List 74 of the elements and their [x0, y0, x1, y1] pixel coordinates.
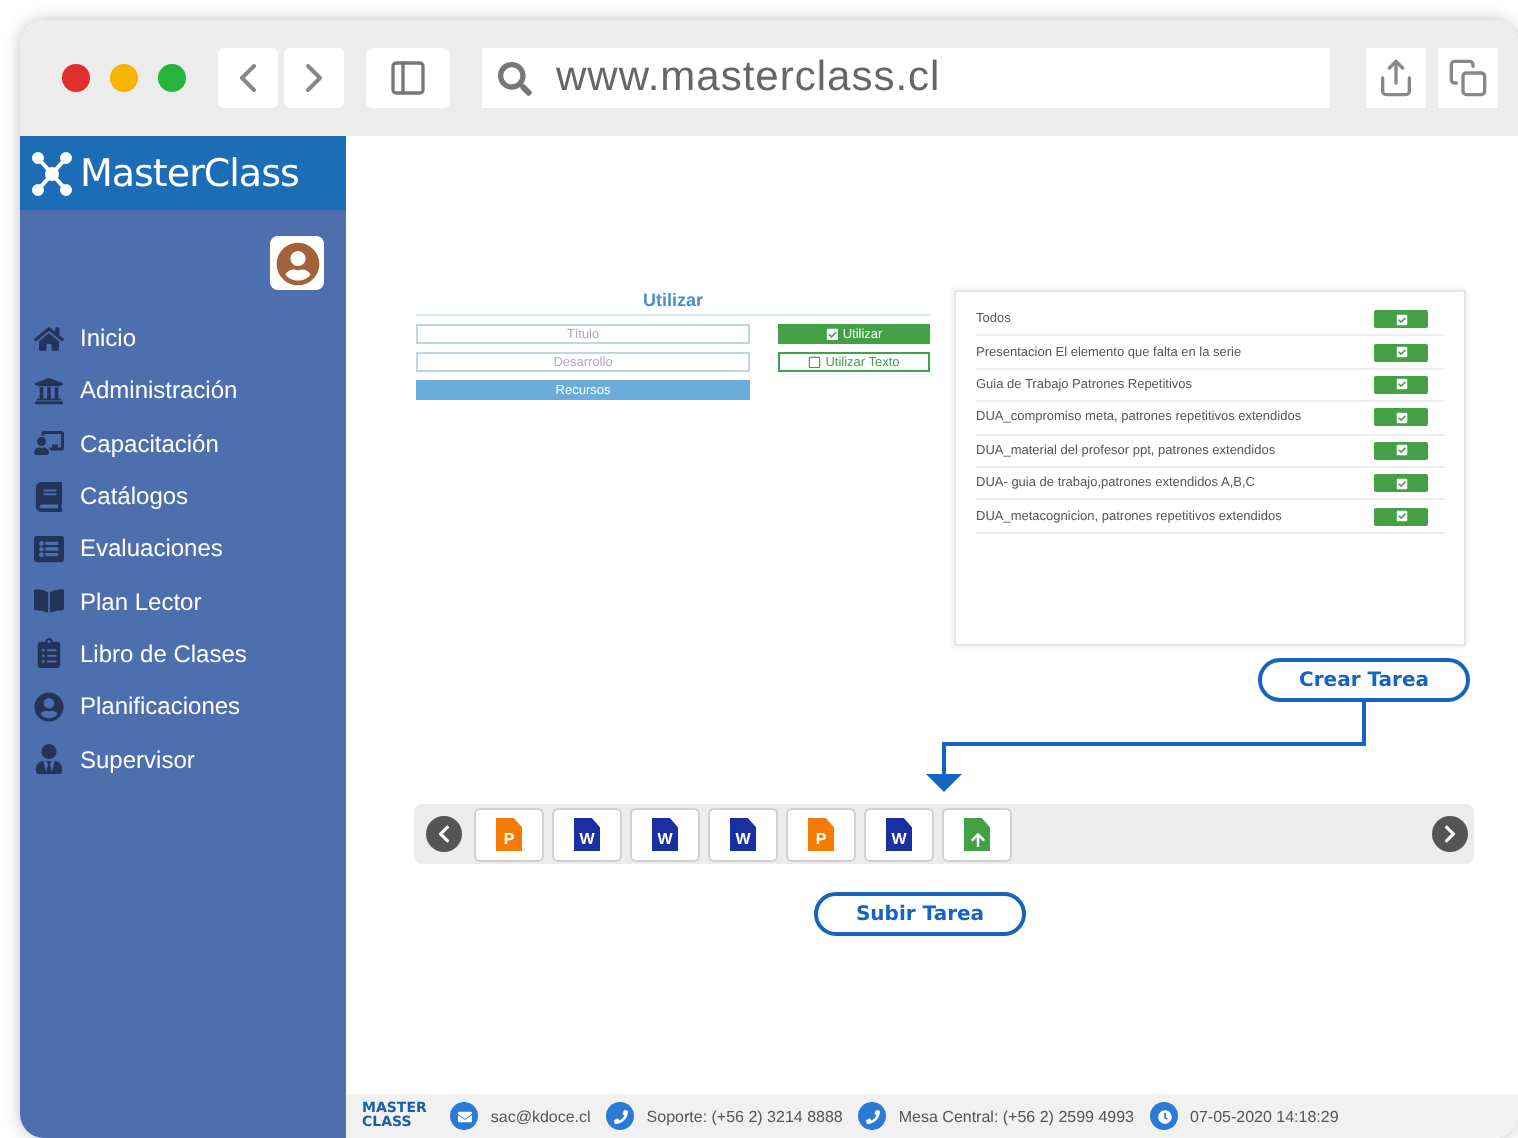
checkbox-icon [1395, 510, 1407, 523]
select-button[interactable] [1374, 375, 1428, 394]
avatar-icon[interactable] [270, 236, 324, 290]
phone-icon [606, 1102, 635, 1130]
teacher-icon [28, 428, 68, 459]
url-text: www.masterclass.cl [556, 54, 941, 102]
select-button[interactable] [1374, 441, 1428, 460]
document-icon: W [652, 817, 678, 851]
book-icon [28, 586, 68, 617]
mail-icon [450, 1102, 479, 1130]
select-button[interactable] [1374, 310, 1428, 329]
upload-task-button[interactable]: Subir Tarea [814, 892, 1026, 936]
checkbox-icon [1395, 444, 1407, 457]
sidebar-icon [388, 58, 428, 98]
checkbox-icon [1395, 378, 1407, 391]
checkbox-icon [808, 355, 822, 369]
list-icon [28, 533, 68, 564]
sidebar-item[interactable]: Planificaciones [20, 680, 346, 733]
select-button[interactable] [1374, 343, 1428, 362]
central-text: Mesa Central: (+56 2) 2599 4993 [898, 1107, 1135, 1125]
sidebar-toggle-button[interactable] [366, 48, 450, 108]
sidebar-item[interactable]: Inicio [20, 312, 346, 365]
tabs-button[interactable] [1438, 48, 1498, 108]
chevron-right-icon [1440, 824, 1460, 844]
search-icon [498, 61, 532, 95]
form-title: Utilizar [416, 290, 930, 316]
file-thumbnail[interactable]: W [552, 807, 622, 861]
sidebar-item[interactable]: Evaluaciones [20, 522, 346, 575]
clock-icon [1150, 1102, 1179, 1130]
file-thumbnail[interactable]: P [786, 807, 856, 861]
support-text: Soporte: (+56 2) 3214 8888 [646, 1107, 843, 1125]
create-task-button[interactable]: Crear Tarea [1258, 658, 1470, 702]
share-button[interactable] [1366, 48, 1426, 108]
back-button[interactable] [218, 48, 278, 108]
chevron-left-icon [434, 824, 454, 844]
brand-name: MasterClass [80, 151, 299, 195]
checkbox-icon [1395, 477, 1407, 490]
home-icon [28, 323, 68, 354]
email-text: sac@kdoce.cl [490, 1107, 591, 1125]
sidebar-item[interactable]: Capacitación [20, 417, 346, 470]
sidebar-item[interactable]: Libro de Clases [20, 627, 346, 681]
file-thumbnail[interactable]: W [864, 807, 934, 861]
document-icon: P [496, 817, 522, 851]
checkbox-icon [1395, 346, 1407, 359]
document-icon: P [808, 817, 834, 851]
sidebar-item[interactable]: Plan Lector [20, 574, 346, 628]
document-icon: W [730, 817, 756, 851]
file-thumbnail[interactable]: P [474, 807, 544, 861]
phone-icon [858, 1102, 887, 1130]
file-thumbnail[interactable]: W [708, 807, 778, 861]
checkbox-icon [1395, 313, 1407, 326]
checkbox-icon [825, 327, 839, 341]
close-light-icon[interactable] [62, 64, 90, 92]
file-thumbnail[interactable] [942, 807, 1012, 861]
select-button[interactable] [1374, 507, 1428, 526]
datetime-text: 07-05-2020 14:18:29 [1190, 1107, 1339, 1125]
sidebar-item[interactable]: Supervisor [20, 732, 346, 786]
previous-button[interactable] [426, 816, 462, 852]
sidebar-item[interactable]: Catálogos [20, 469, 346, 523]
select-button[interactable] [1374, 474, 1428, 493]
forward-button[interactable] [284, 48, 344, 108]
select-button[interactable] [1374, 408, 1428, 427]
file-thumbnail[interactable]: W [630, 807, 700, 861]
share-icon [1376, 58, 1416, 98]
checkbox-icon [1395, 411, 1407, 424]
document-icon: W [574, 817, 600, 851]
document-icon: W [886, 817, 912, 851]
next-button[interactable] [1432, 816, 1468, 852]
arrow-up-icon [969, 831, 985, 847]
sidebar-item[interactable]: Administración [20, 364, 346, 418]
address-bar[interactable]: www.masterclass.cl [482, 48, 1330, 108]
copy-icon [1448, 58, 1488, 98]
molecule-logo-icon [32, 151, 72, 195]
maximize-light-icon[interactable] [158, 64, 186, 92]
